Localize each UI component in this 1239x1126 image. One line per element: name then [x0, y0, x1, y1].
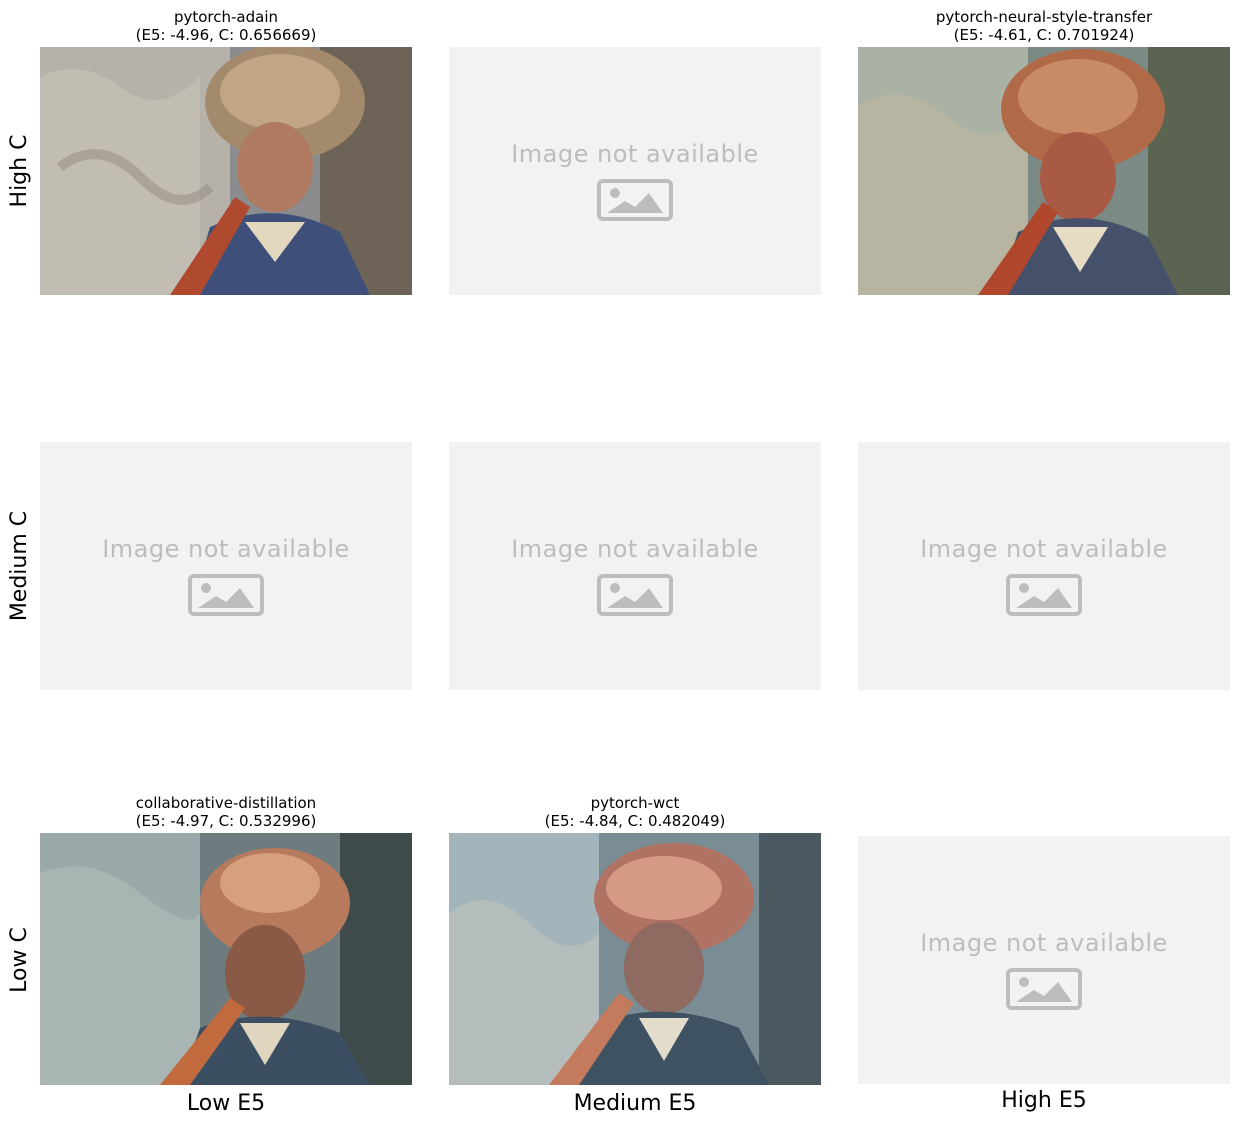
placeholder-text: Image not available	[920, 535, 1168, 563]
title-pytorch-wct: pytorch-wct (E5: -4.84, C: 0.482049)	[544, 794, 726, 830]
image-icon	[188, 574, 264, 616]
stylized-image-collaborative-distillation	[40, 833, 412, 1085]
image-unavailable-placeholder: Image not available	[449, 442, 821, 690]
image-unavailable-placeholder: Image not available	[40, 442, 412, 690]
placeholder-text: Image not available	[920, 929, 1168, 957]
image-icon	[1006, 968, 1082, 1010]
title-pytorch-adain: pytorch-adain (E5: -4.96, C: 0.656669)	[135, 8, 317, 44]
title-pytorch-neural-style-transfer: pytorch-neural-style-transfer (E5: -4.61…	[935, 8, 1153, 44]
image-icon	[597, 179, 673, 221]
image-icon	[1006, 574, 1082, 616]
row-label-high-c: High C	[7, 134, 32, 208]
col-label-low-e5: Low E5	[186, 1091, 266, 1116]
placeholder-text: Image not available	[511, 535, 759, 563]
placeholder-text: Image not available	[511, 140, 759, 168]
image-unavailable-placeholder: Image not available	[449, 47, 821, 295]
row-label-low-c: Low C	[7, 927, 32, 993]
title-collaborative-distillation: collaborative-distillation (E5: -4.97, C…	[135, 794, 317, 830]
image-unavailable-placeholder: Image not available	[858, 836, 1230, 1084]
col-label-medium-e5: Medium E5	[573, 1091, 697, 1116]
col-label-high-e5: High E5	[1001, 1088, 1087, 1113]
row-label-medium-c: Medium C	[7, 510, 32, 622]
stylized-image-pytorch-adain	[40, 47, 412, 295]
image-icon	[597, 574, 673, 616]
image-unavailable-placeholder: Image not available	[858, 442, 1230, 690]
placeholder-text: Image not available	[102, 535, 350, 563]
stylized-image-pytorch-neural-style-transfer	[858, 47, 1230, 295]
stylized-image-pytorch-wct	[449, 833, 821, 1085]
